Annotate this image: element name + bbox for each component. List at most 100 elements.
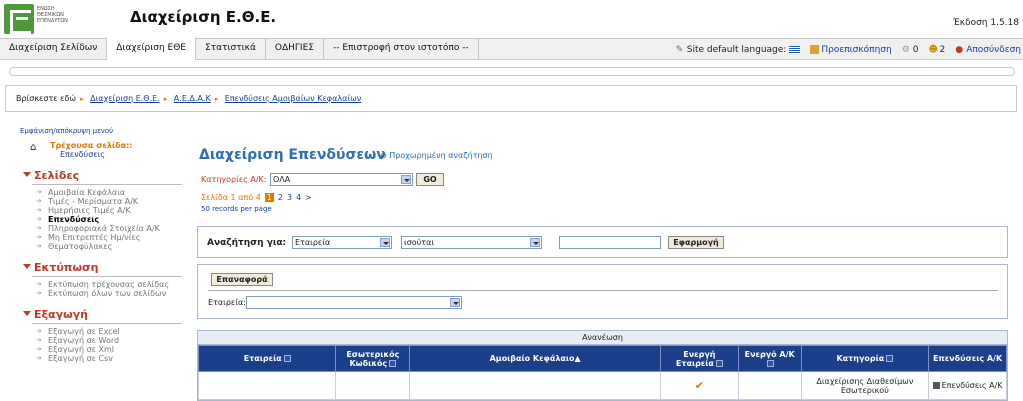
current-page-box: ⌂ Τρέχουσα σελίδα:: Επενδύσεις (30, 141, 190, 159)
column-header[interactable]: Αμοιβαίο Κεφάλαιο▲ (409, 345, 661, 372)
records-per-page[interactable]: 50 records per page (201, 205, 272, 213)
tab-statistics[interactable]: Στατιστικά (196, 38, 266, 60)
cell-category: Διαχείρισης Διαθεσίμων Εσωτερικού (800, 371, 930, 400)
column-header[interactable]: Κατηγορία (800, 345, 930, 372)
sort-icon[interactable] (767, 359, 775, 367)
data-grid: Ανανέωση Εταιρεία Εσωτερικός Κωδικός Αμο… (197, 330, 1008, 401)
cell-investments[interactable]: Επενδύσεις Α/Κ (928, 371, 1007, 400)
search-field-select[interactable]: Εταιρεία (292, 236, 392, 249)
sidebar-item[interactable]: Τιμές - Μερίσματα Α/Κ (36, 197, 190, 206)
sidebar: Εμφάνιση/απόκρυψη μενού ⌂ Τρέχουσα σελίδ… (20, 127, 190, 363)
main-nav: Διαχείριση Σελίδων Διαχείριση ΕΘΕ Στατισ… (0, 38, 1023, 60)
search-text-input[interactable] (559, 236, 661, 249)
logo-icon (4, 4, 34, 34)
column-header[interactable]: Εσωτερικός Κωδικός (335, 345, 411, 372)
chevron-right-icon: ▸ (214, 95, 219, 103)
page-link[interactable]: 2 (278, 193, 283, 202)
nav-right-tools: ✎ Site default language: Προεπισκόπηση ⚙ 0… (676, 39, 1021, 61)
cell-active-company: ✔ (660, 371, 739, 400)
section-title[interactable]: Εξαγωγή (23, 308, 190, 321)
table-row[interactable]: ✔ Διαχείρισης Διαθεσίμων Εσωτερικού Επεν… (197, 371, 1007, 400)
go-button[interactable]: GO (416, 173, 444, 186)
tab-back-to-site[interactable]: -- Επιστροφή στον ιστοτόπο -- (324, 38, 479, 60)
sidebar-item[interactable]: Εξαγωγή σε Csv (36, 354, 190, 363)
divider (32, 323, 182, 324)
column-header[interactable]: Ενεργό Α/Κ (737, 345, 802, 372)
sort-icon[interactable] (283, 355, 291, 362)
sidebar-item[interactable]: Εκτύπωση τρέχουσας σελίδας (36, 280, 190, 289)
pager: Σελίδα 1 από 4 1 2 3 4 > (201, 193, 312, 202)
sort-ascending-icon[interactable]: ▲ (575, 354, 581, 363)
progress-strip (9, 67, 1015, 76)
breadcrumb-item[interactable]: Διαχείριση Ε.Θ.Ε. (90, 94, 160, 103)
chevron-down-icon (530, 238, 540, 247)
tab-manage-pages[interactable]: Διαχείριση Σελίδων (0, 38, 108, 60)
category-select[interactable]: ΟΛΑ (270, 173, 413, 186)
sidebar-item-current[interactable]: Επενδύσεις (36, 215, 190, 224)
section-title[interactable]: Εκτύπωση (23, 261, 190, 274)
data-table: Εταιρεία Εσωτερικός Κωδικός Αμοιβαίο Κεφ… (197, 345, 1007, 400)
page-title: Διαχείριση Επενδύσεων (199, 147, 386, 163)
sidebar-item[interactable]: Εξαγωγή σε Excel (36, 327, 190, 336)
sidebar-toggle[interactable]: Εμφάνιση/απόκρυψη μενού (20, 127, 190, 135)
sidebar-section-export: Εξαγωγή Εξαγωγή σε Excel Εξαγωγή σε Word… (20, 308, 190, 363)
cell-active-fund (737, 371, 802, 400)
company-filter-select[interactable] (246, 296, 462, 309)
advanced-search-link[interactable]: ⊖ Προχωρημένη αναζήτηση (380, 151, 493, 160)
sidebar-section-print: Εκτύπωση Εκτύπωση τρέχουσας σελίδας Εκτύ… (20, 261, 190, 298)
preview-link[interactable]: Προεπισκόπηση (810, 45, 892, 55)
page-link[interactable]: 1 (264, 193, 274, 202)
next-page-link[interactable]: > (305, 193, 312, 202)
cell-fund (409, 371, 661, 400)
app-title: Διαχείριση Ε.Θ.Ε. (130, 8, 277, 26)
sidebar-item[interactable]: Εξαγωγή σε Xml (36, 345, 190, 354)
sidebar-item[interactable]: Πληροφοριακά Στοιχεία Α/Κ (36, 224, 190, 233)
preview-icon (810, 45, 820, 54)
divider (32, 184, 182, 185)
page-link[interactable]: 3 (287, 193, 292, 202)
section-title[interactable]: Σελίδες (23, 169, 190, 182)
language-setting[interactable]: ✎ Site default language: (676, 45, 801, 55)
sidebar-item[interactable]: Εκτύπωση όλων των σελίδων (36, 289, 190, 298)
breadcrumb-item[interactable]: Α.Ε.Δ.Α.Κ (174, 94, 211, 103)
tab-instructions[interactable]: ΟΔΗΓΙΕΣ (266, 38, 324, 60)
sidebar-item[interactable]: Θεματοφύλακες (36, 242, 190, 251)
sidebar-item[interactable]: Ημερήσιες Τιμές Α/Κ (36, 206, 190, 215)
apply-button[interactable]: Εφαρμογή (668, 236, 724, 249)
sort-icon[interactable] (715, 359, 723, 367)
breadcrumb: Βρίσκεστε εδώ ▸ Διαχείριση Ε.Θ.Ε. ▸ Α.Ε.Δ.… (5, 85, 1017, 112)
users-icon: ☻ (928, 45, 938, 55)
sidebar-item[interactable]: Αμοιβαία Κεφάλαια (36, 188, 190, 197)
column-header[interactable]: Επενδύσεις Α/Κ (928, 345, 1007, 372)
category-label: Κατηγορίες Α/Κ: (201, 175, 267, 184)
top-header: ΕΝΩΣΗ ΘΕΣΜΙΚΩΝ ΕΠΕΝΔΥΤΩΝ Διαχείριση Ε.Θ.… (0, 0, 1023, 38)
current-page-name: Επενδύσεις (60, 150, 105, 159)
logout-link[interactable]: ● Αποσύνδεση (955, 45, 1021, 55)
reset-button[interactable]: Επαναφορά (211, 273, 273, 286)
home-icon: ⌂ (30, 142, 37, 153)
cell-company (197, 371, 337, 400)
cell-code (335, 371, 411, 400)
divider (208, 290, 998, 291)
checkmark-icon: ✔ (694, 379, 704, 392)
greek-flag-icon (789, 45, 801, 54)
sidebar-item[interactable]: Μη Επιτρεπτές Ημ/νίες (36, 233, 190, 242)
count-a[interactable]: ⚙ 0 (902, 45, 919, 55)
divider (32, 276, 182, 277)
page-link[interactable]: 4 (296, 193, 301, 202)
sidebar-item[interactable]: Εξαγωγή σε Word (36, 336, 190, 345)
table-header-row: Εταιρεία Εσωτερικός Κωδικός Αμοιβαίο Κεφ… (197, 345, 1007, 372)
chevron-down-icon (380, 238, 390, 247)
sort-icon[interactable] (389, 359, 397, 367)
sort-icon[interactable] (886, 355, 894, 362)
search-operator-select[interactable]: ισούται (401, 236, 542, 249)
logout-icon: ● (955, 45, 964, 55)
column-header[interactable]: Εταιρεία (197, 345, 337, 372)
current-page-label: Τρέχουσα σελίδα:: (50, 141, 133, 150)
tab-manage-ethe[interactable]: Διαχείριση ΕΘΕ (107, 38, 196, 60)
breadcrumb-item[interactable]: Επενδύσεις Αμοιβαίων Κεφαλαίων (225, 94, 362, 103)
filter-box: Επαναφορά Εταιρεία: (197, 264, 1008, 319)
column-header[interactable]: Ενεργή Εταιρεία (660, 345, 739, 372)
refresh-button[interactable]: Ανανέωση (198, 331, 1007, 345)
count-b[interactable]: ☻ 2 (928, 45, 945, 55)
